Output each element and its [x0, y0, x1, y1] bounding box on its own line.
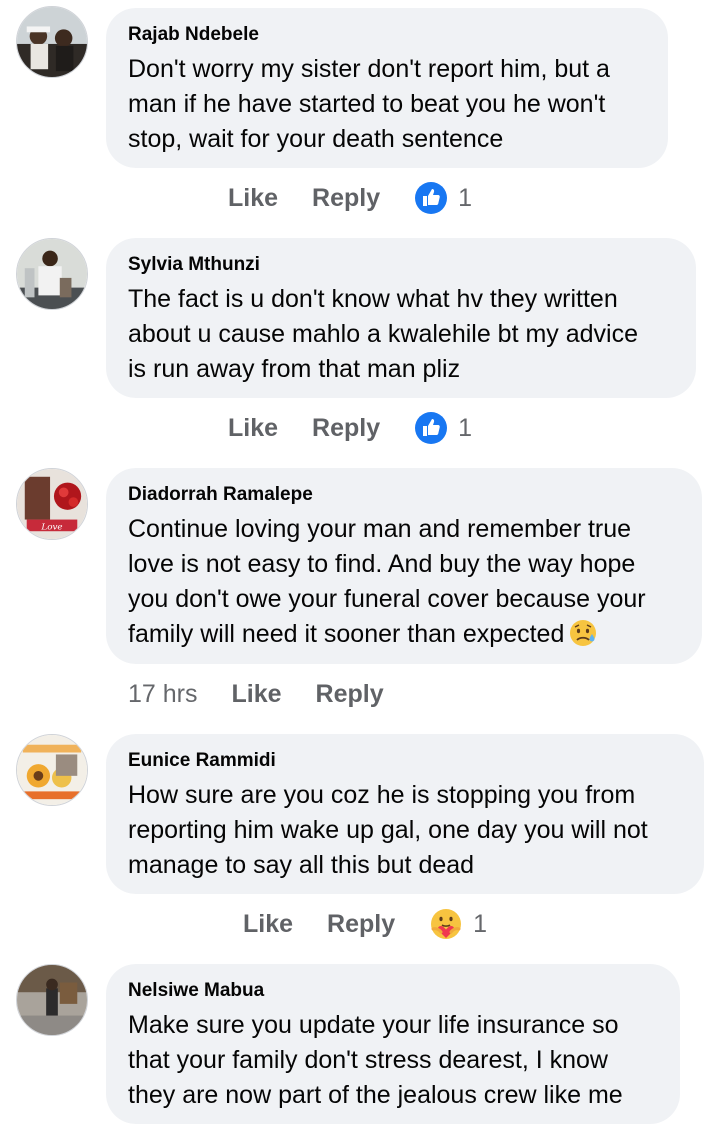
comment-actions: Like Reply 1 [243, 904, 487, 944]
like-button[interactable]: Like [243, 910, 293, 939]
sad-sweat-emoji-icon [568, 618, 598, 648]
reaction-count[interactable]: 1 [458, 184, 472, 213]
comment-timestamp[interactable]: 17 hrs [128, 680, 197, 709]
like-button[interactable]: Like [231, 680, 281, 709]
comment-actions: Like Reply 1 [228, 408, 472, 448]
comment-text: Continue loving your man and remember tr… [128, 515, 646, 648]
avatar[interactable] [16, 6, 88, 78]
reaction-count[interactable]: 1 [473, 910, 487, 939]
reply-button[interactable]: Reply [316, 680, 384, 709]
comment-text: How sure are you coz he is stopping you … [128, 781, 648, 879]
comment-text: Don't worry my sister don't report him, … [128, 55, 610, 153]
comment-author[interactable]: Rajab Ndebele [128, 24, 646, 46]
comment-bubble: Rajab Ndebele Don't worry my sister don'… [106, 8, 668, 168]
like-button[interactable]: Like [228, 184, 278, 213]
reaction-count[interactable]: 1 [458, 414, 472, 443]
comment-author[interactable]: Eunice Rammidi [128, 750, 682, 772]
reply-button[interactable]: Reply [312, 414, 380, 443]
comment-author[interactable]: Sylvia Mthunzi [128, 254, 674, 276]
avatar[interactable] [16, 734, 88, 806]
care-icon[interactable] [429, 907, 463, 941]
comment-actions: 17 hrs Like Reply [128, 674, 418, 714]
comment-text: The fact is u don't know what hv they wr… [128, 285, 639, 383]
comment-author[interactable]: Diadorrah Ramalepe [128, 484, 680, 506]
comment-actions: Like Reply 1 [228, 178, 472, 218]
svg-text:Love: Love [40, 522, 62, 532]
comment-author[interactable]: Nelsiwe Mabua [128, 980, 658, 1002]
avatar[interactable]: Love [16, 468, 88, 540]
comment-bubble: Eunice Rammidi How sure are you coz he i… [106, 734, 704, 894]
like-button[interactable]: Like [228, 414, 278, 443]
like-icon[interactable] [414, 411, 448, 445]
like-icon[interactable] [414, 181, 448, 215]
reply-button[interactable]: Reply [327, 910, 395, 939]
avatar[interactable] [16, 964, 88, 1036]
avatar[interactable] [16, 238, 88, 310]
reply-button[interactable]: Reply [312, 184, 380, 213]
comment-bubble: Diadorrah Ramalepe Continue loving your … [106, 468, 702, 664]
comment-bubble: Nelsiwe Mabua Make sure you update your … [106, 964, 680, 1124]
comment-bubble: Sylvia Mthunzi The fact is u don't know … [106, 238, 696, 398]
comment-text: Make sure you update your life insurance… [128, 1011, 623, 1109]
